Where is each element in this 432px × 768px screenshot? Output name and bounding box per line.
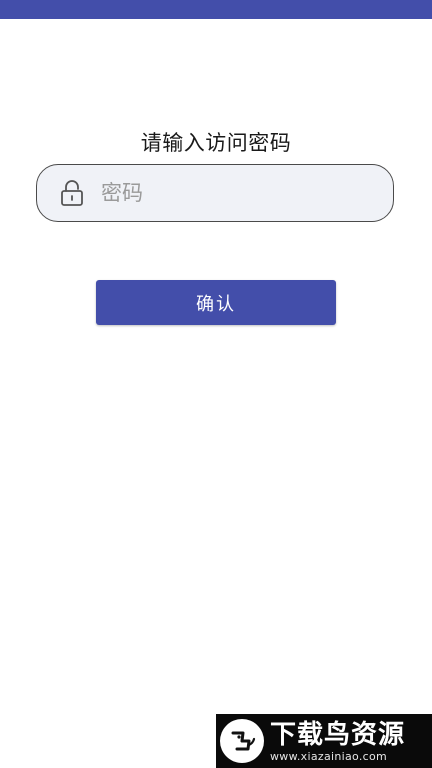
watermark-url: www.xiazainiao.com <box>270 749 388 763</box>
watermark-title: 下载鸟资源 <box>270 719 406 750</box>
bird-logo-icon <box>220 719 264 763</box>
top-status-bar <box>0 0 432 19</box>
watermark-banner: 下载鸟资源 www.xiazainiao.com <box>216 714 432 768</box>
password-field-container[interactable] <box>36 164 394 222</box>
password-input[interactable] <box>99 180 363 206</box>
lock-icon <box>59 178 85 208</box>
password-prompt-title: 请输入访问密码 <box>140 131 292 155</box>
confirm-button[interactable]: 确认 <box>96 280 336 325</box>
